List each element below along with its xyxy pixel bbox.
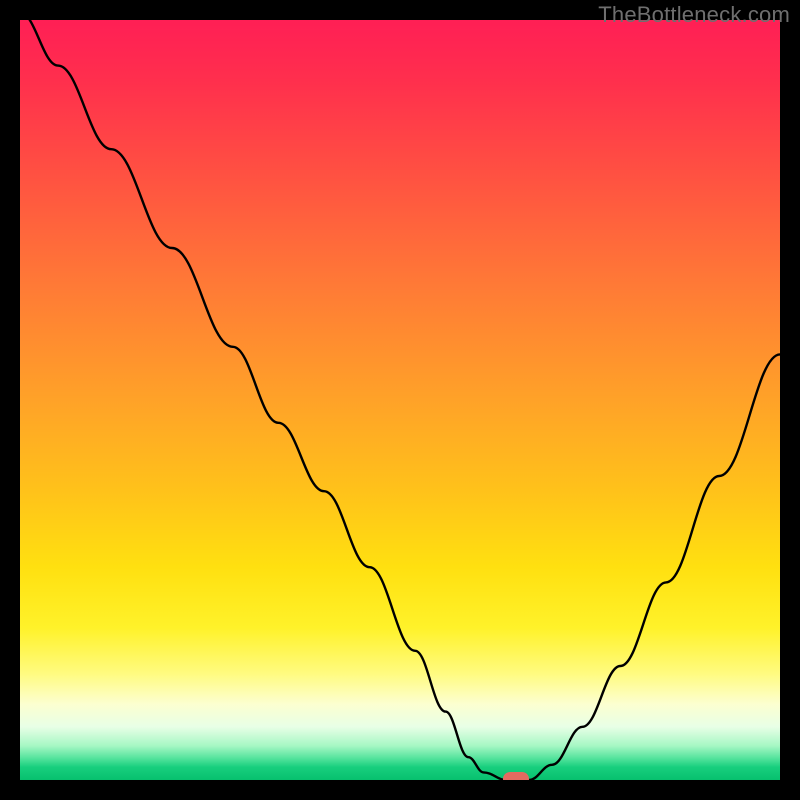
curve-path bbox=[20, 20, 780, 780]
chart-frame: TheBottleneck.com bbox=[0, 0, 800, 800]
optimal-marker bbox=[503, 772, 529, 780]
plot-area bbox=[20, 20, 780, 780]
watermark-label: TheBottleneck.com bbox=[598, 2, 790, 28]
bottleneck-curve bbox=[20, 20, 780, 780]
